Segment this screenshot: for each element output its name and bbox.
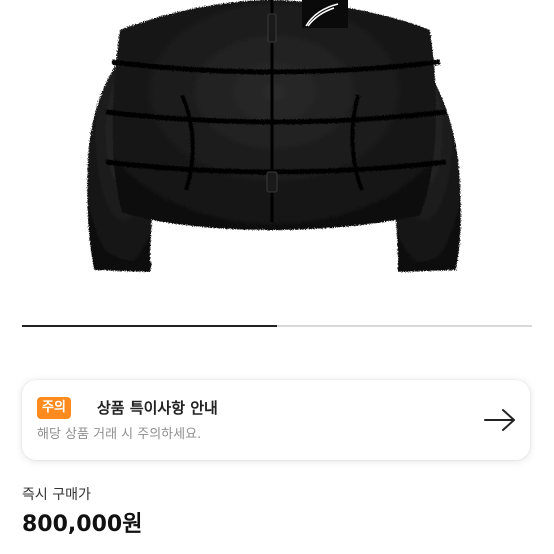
arrow-right-icon [484, 409, 515, 431]
notice-title: 상품 특이사항 안내 [97, 399, 218, 417]
notice-description: 해당 상품 거래 시 주의하세요. [37, 427, 202, 442]
fleece-jacket-illustration [87, 0, 461, 272]
notice-arrow-button[interactable] [482, 402, 518, 438]
price-value: 800,000원 [22, 512, 143, 537]
notice-card[interactable]: 주의 상품 특이사항 안내 해당 상품 거래 시 주의하세요. [22, 380, 530, 460]
brand-logo-icon [302, 0, 348, 28]
price-label: 즉시 구매가 [22, 487, 91, 503]
notice-badge: 주의 [37, 397, 71, 419]
product-image[interactable] [0, 0, 554, 318]
carousel-progress-fill [22, 325, 277, 327]
carousel-progress [22, 325, 532, 327]
